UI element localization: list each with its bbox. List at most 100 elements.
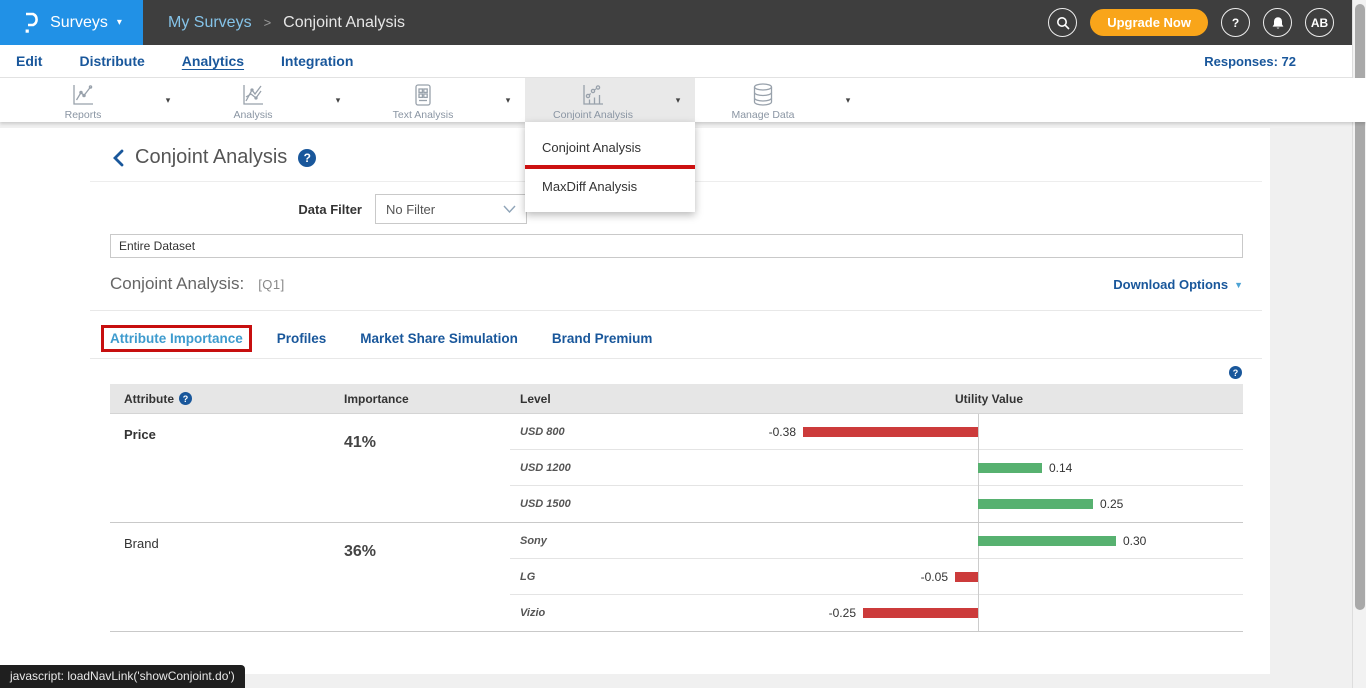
data-filter-label: Data Filter: [0, 202, 362, 217]
tabs-row: Attribute ImportanceProfilesMarket Share…: [110, 331, 1243, 358]
toolbar-item-analysis[interactable]: Analysis▾: [185, 78, 355, 122]
attribute-group-price: Price41%USD 800-0.38USD 12000.14USD 1500…: [110, 414, 1243, 522]
tabs-divider: [90, 358, 1262, 359]
app-screen: Surveys ▾ My Surveys > Conjoint Analysis…: [0, 0, 1366, 688]
level-row-usd-1200: USD 1200 0.14: [510, 450, 1243, 486]
breadcrumb: My Surveys > Conjoint Analysis: [168, 0, 405, 45]
toolbar-item-text-analysis[interactable]: Text Analysis ▾: [355, 78, 525, 122]
level-row-sony: Sony0.30: [510, 523, 1243, 559]
tab-brand-premium[interactable]: Brand Premium: [552, 331, 653, 346]
breadcrumb-parent[interactable]: My Surveys: [168, 14, 252, 32]
level-name: USD 800: [510, 426, 735, 438]
dataset-input[interactable]: [110, 234, 1243, 258]
text-analysis-icon: [410, 82, 436, 108]
search-icon: [1056, 16, 1070, 30]
toolbar-item-conjoint-analysis[interactable]: Conjoint Analysis ▾: [525, 78, 695, 122]
toolbar-item-label: Text Analysis: [393, 109, 454, 121]
data-filter-select[interactable]: No Filter: [375, 194, 527, 224]
subnav-link-integration[interactable]: Integration: [281, 53, 353, 69]
chevron-left-icon: [112, 149, 124, 167]
menu-item-maxdiff-analysis[interactable]: MaxDiff Analysis: [525, 169, 695, 202]
utility-bar-area: -0.25: [735, 595, 1243, 631]
section-question-code: [Q1]: [258, 277, 285, 292]
toolbar-caret-reports[interactable]: ▾: [151, 78, 185, 122]
manage-data-icon: [750, 82, 776, 108]
subnav-link-distribute[interactable]: Distribute: [79, 53, 144, 69]
utility-bar-area: -0.05: [735, 559, 1243, 594]
tab-profiles[interactable]: Profiles: [277, 331, 327, 346]
utility-value-label: -0.05: [921, 570, 948, 584]
utility-bar: [803, 427, 978, 437]
attribute-help-icon[interactable]: ?: [179, 392, 192, 405]
toolbar-caret-manage-data[interactable]: ▾: [831, 78, 865, 122]
utility-bar: [978, 536, 1116, 546]
upgrade-now-button[interactable]: Upgrade Now: [1090, 9, 1208, 36]
questionpro-logo-icon: [21, 11, 41, 35]
utility-value-label: -0.38: [769, 425, 796, 439]
toolbar-item-label: Conjoint Analysis: [553, 109, 633, 121]
level-name: Sony: [510, 535, 735, 547]
toolbar-item-label: Manage Data: [731, 109, 794, 121]
tab-attribute-importance[interactable]: Attribute Importance: [101, 325, 252, 352]
chevron-down-icon: ▼: [1234, 280, 1243, 290]
utility-bar: [978, 499, 1093, 509]
utility-value-label: 0.14: [1049, 461, 1072, 475]
utility-value-label: 0.25: [1100, 497, 1123, 511]
back-button[interactable]: [112, 149, 124, 167]
breadcrumb-separator: >: [264, 15, 272, 30]
chevron-down-icon: ▾: [117, 17, 122, 28]
download-options-link[interactable]: Download Options ▼: [1113, 277, 1243, 292]
table-help-icon[interactable]: ?: [1229, 366, 1242, 379]
attribute-name: Brand: [110, 523, 340, 631]
table-header: Attribute ? Importance Level Utility Val…: [110, 384, 1243, 414]
breadcrumb-current: Conjoint Analysis: [283, 14, 405, 32]
status-bar-link-preview: javascript: loadNavLink('showConjoint.do…: [0, 665, 245, 688]
utility-bar: [955, 572, 978, 582]
conjoint-dropdown-menu: Conjoint Analysis MaxDiff Analysis: [525, 122, 695, 212]
level-row-vizio: Vizio -0.25: [510, 595, 1243, 631]
menu-item-conjoint-analysis[interactable]: Conjoint Analysis: [525, 130, 695, 163]
section-divider: [90, 310, 1262, 311]
level-name: USD 1200: [510, 462, 735, 474]
column-header-attribute: Attribute ?: [110, 392, 340, 406]
toolbar-caret-analysis[interactable]: ▾: [321, 78, 355, 122]
top-header: Surveys ▾ My Surveys > Conjoint Analysis…: [0, 0, 1366, 45]
search-button[interactable]: [1048, 8, 1077, 37]
notifications-button[interactable]: [1263, 8, 1292, 37]
utility-bar: [863, 608, 978, 618]
utility-value-label: -0.25: [829, 606, 856, 620]
importance-value: 36%: [340, 523, 510, 631]
tab-market-share-simulation[interactable]: Market Share Simulation: [360, 331, 518, 346]
subnav-link-analytics[interactable]: Analytics: [182, 53, 244, 69]
bell-icon: [1271, 16, 1285, 30]
header-actions: Upgrade Now ? AB: [1048, 0, 1334, 45]
product-menu[interactable]: Surveys ▾: [0, 0, 143, 45]
section-header: Conjoint Analysis: [Q1] Download Options…: [110, 274, 1243, 294]
level-row-usd-1500: USD 1500 0.25: [510, 486, 1243, 522]
level-name: USD 1500: [510, 498, 735, 510]
page-title: Conjoint Analysis: [135, 146, 287, 169]
subnav-link-edit[interactable]: Edit: [16, 53, 42, 69]
levels-container: USD 800 -0.38 USD 1200 0.14 USD 1500 0.25: [510, 414, 1243, 522]
attribute-importance-table: Attribute ? Importance Level Utility Val…: [110, 384, 1243, 632]
utility-bar-area: -0.38: [735, 414, 1243, 449]
toolbar-caret-conjoint-analysis[interactable]: ▾: [661, 78, 695, 122]
toolbar-item-manage-data[interactable]: Manage Data ▾: [695, 78, 865, 122]
level-row-usd-800: USD 800 -0.38: [510, 414, 1243, 450]
responses-count[interactable]: Responses: 72: [1204, 54, 1296, 69]
toolbar-items: Reports▾Analysis▾Text Analysis▾Conjoint …: [0, 78, 1366, 122]
toolbar-item-reports[interactable]: Reports▾: [15, 78, 185, 122]
utility-bar-area: 0.14: [735, 450, 1243, 485]
column-header-importance: Importance: [340, 392, 510, 406]
toolbar-caret-text-analysis[interactable]: ▾: [491, 78, 525, 122]
help-button[interactable]: ?: [1221, 8, 1250, 37]
level-name: Vizio: [510, 607, 735, 619]
analytics-toolbar: Reports▾Analysis▾Text Analysis▾Conjoint …: [0, 78, 1366, 122]
table-body: Price41%USD 800-0.38USD 12000.14USD 1500…: [110, 414, 1243, 632]
section-title: Conjoint Analysis:: [110, 274, 244, 294]
product-menu-label: Surveys: [50, 14, 108, 32]
avatar[interactable]: AB: [1305, 8, 1334, 37]
attribute-group-brand: Brand36%Sony0.30LG-0.05Vizio-0.25: [110, 522, 1243, 631]
table-help-row: ?: [0, 366, 1242, 379]
title-help-icon[interactable]: ?: [298, 149, 316, 167]
